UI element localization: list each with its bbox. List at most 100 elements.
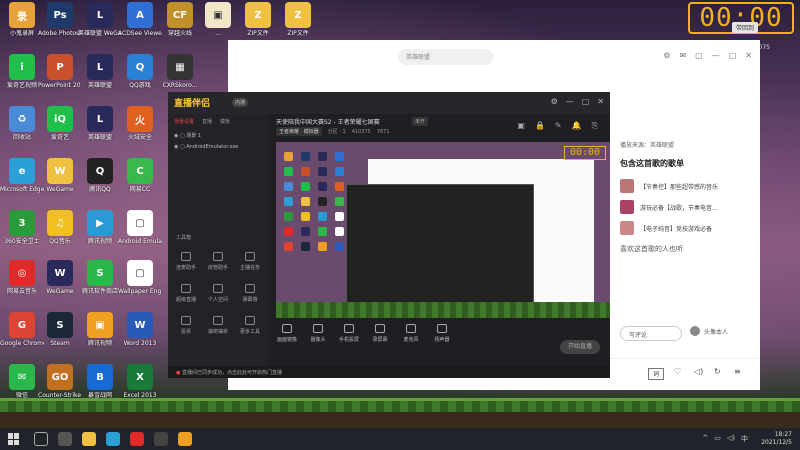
desktop-icon[interactable]: W Word 2013 xyxy=(118,310,162,362)
maximize-icon[interactable]: ▢ xyxy=(729,51,737,60)
source-item[interactable]: ◉ ▢ AndroidEmulator.exe xyxy=(174,144,238,150)
desktop-icon[interactable]: W WeGame xyxy=(38,156,82,208)
edit-icon[interactable]: ✎ xyxy=(555,121,562,131)
playlist-icon[interactable]: ≡ xyxy=(734,367,741,376)
stream-preview[interactable]: 00:00 xyxy=(276,142,610,318)
desktop-icon[interactable]: P PowerPoint 2013 xyxy=(38,52,82,104)
settings-icon[interactable]: ⚙ xyxy=(551,97,558,106)
app-icon: Q xyxy=(87,158,113,184)
tool-button[interactable]: 连麦助手 xyxy=(172,252,200,271)
desktop-icon[interactable]: B 暴雪战网 xyxy=(78,362,122,414)
tool-button[interactable]: 主播任务 xyxy=(236,252,264,271)
desktop-icon[interactable]: ♫ QQ音乐 xyxy=(38,208,82,260)
speaker-button[interactable]: 扬声器 xyxy=(431,324,453,343)
tool-button[interactable]: 房管助手 xyxy=(204,252,232,271)
settings-icon[interactable]: ⚙ xyxy=(663,51,670,60)
desktop-icon[interactable]: L 英雄联盟 xyxy=(78,104,122,156)
gift-icon[interactable]: ▣ xyxy=(517,121,525,131)
tool-button[interactable]: 投票 xyxy=(172,316,200,335)
camera-button[interactable]: 摄像头 xyxy=(307,324,329,343)
desktop-icon[interactable]: ▶ 腾讯视频 xyxy=(78,208,122,260)
desktop-icon[interactable]: S Steam xyxy=(38,310,82,362)
app-icon: W xyxy=(47,260,73,286)
preview-icon xyxy=(284,197,293,206)
live-companion-icon[interactable] xyxy=(178,432,192,446)
playlist-item[interactable]: 游玩必备【战歌，节奏电音... xyxy=(620,199,760,215)
desktop-icon[interactable]: ▢ Android Emulator xyxy=(118,208,162,260)
file-explorer-icon[interactable] xyxy=(82,432,96,446)
task-view-icon[interactable] xyxy=(58,432,72,446)
desktop-icon[interactable]: C 网易CC xyxy=(118,156,162,208)
desktop-icon[interactable]: L 英雄联盟 xyxy=(78,52,122,104)
tool-button[interactable]: 弹幕墙 xyxy=(236,284,264,303)
network-icon[interactable]: ▭ xyxy=(714,434,721,444)
start-live-button[interactable]: 开始直播 xyxy=(560,340,600,354)
tab-live[interactable]: 直播 xyxy=(202,118,212,125)
desktop-icon[interactable]: iQ 爱奇艺 xyxy=(38,104,82,156)
desktop-icon-label: 英雄联盟 WeGame版 xyxy=(78,30,122,37)
start-button[interactable] xyxy=(8,433,20,445)
tool-button[interactable]: 抽奖抽奖 xyxy=(204,316,232,335)
desktop-icon[interactable]: X Excel 2013 xyxy=(118,362,162,414)
stream-status-bar[interactable]: ● 直播间已同步成功，点击此处可开启热门直播 xyxy=(168,366,610,378)
search-icon[interactable] xyxy=(34,432,48,446)
app-icon: S xyxy=(87,260,113,286)
write-comment-button[interactable]: 写评论 xyxy=(620,326,682,341)
playlist-item[interactable]: 【电子纯音】竞技游戏必备 xyxy=(620,220,760,236)
desktop-icon[interactable]: S 腾讯软件商店 xyxy=(78,258,122,310)
app-icon: Q xyxy=(127,54,153,80)
record-screen-button[interactable]: 录屏幕 xyxy=(369,324,391,343)
tool-button[interactable]: 更多工具 xyxy=(236,316,264,335)
like-icon[interactable]: ♡ xyxy=(674,367,681,376)
close-icon[interactable]: ✕ xyxy=(745,51,752,60)
desktop-icon[interactable]: Ps Adobe Photosh... xyxy=(38,0,82,52)
tool-icon xyxy=(245,252,255,261)
chevron-up-icon[interactable]: ^ xyxy=(702,434,708,444)
edge-icon[interactable] xyxy=(106,432,120,446)
desktop-icon[interactable]: GO Counter-Strike Global Off... xyxy=(38,362,82,414)
preview-icon xyxy=(284,242,293,251)
microphone-icon xyxy=(406,324,416,333)
minimize-icon[interactable]: — xyxy=(712,51,720,60)
mirror-button[interactable]: 画面镜像 xyxy=(276,324,298,343)
tab-scene[interactable]: 场景设置 xyxy=(174,118,194,125)
minimize-icon[interactable]: — xyxy=(566,97,574,106)
lyrics-button[interactable]: 词 xyxy=(648,368,664,380)
desktop-icon[interactable]: L 英雄联盟 WeGame版 xyxy=(78,0,122,52)
user-profile[interactable]: 头像本人 xyxy=(690,326,728,336)
wegame-icon[interactable] xyxy=(154,432,168,446)
music-search-input[interactable]: 英雄联盟 xyxy=(398,49,493,65)
ime-icon[interactable]: 中 xyxy=(741,434,748,444)
category-pill[interactable]: 王者荣耀 · 模拟器 xyxy=(276,127,322,136)
tool-button[interactable]: 个人空间 xyxy=(204,284,232,303)
scene-item[interactable]: ◉ ▢ 场景 1 xyxy=(174,132,201,139)
netease-music-icon[interactable] xyxy=(130,432,144,446)
volume-icon[interactable]: ◁) xyxy=(694,367,703,376)
miniplayer-icon[interactable]: ▢ xyxy=(695,51,703,60)
maximize-icon[interactable]: ▢ xyxy=(582,97,590,106)
desktop-icon[interactable]: A ACDSee Viewer xyxy=(118,0,162,52)
mail-icon[interactable]: ✉ xyxy=(679,51,686,60)
lock-icon[interactable]: 🔒 xyxy=(535,121,545,131)
desktop-icon[interactable]: Q 腾讯QQ xyxy=(78,156,122,208)
tool-button[interactable]: 超级直播 xyxy=(172,284,200,303)
tab-template[interactable]: 模板 xyxy=(220,118,230,125)
share-icon[interactable]: ⎘ xyxy=(592,121,598,131)
clock[interactable]: 18:27 2021/12/5 xyxy=(761,431,792,447)
clock-time: 18:27 xyxy=(774,431,792,438)
microphone-button[interactable]: 麦克风 xyxy=(400,324,422,343)
desktop-icon[interactable]: 火火绒安全 xyxy=(118,104,162,156)
playlist-item[interactable]: 【节奏控】那些超带感的音乐 xyxy=(620,178,760,194)
desktop-icon[interactable]: Q QQ游戏 xyxy=(118,52,162,104)
phone-cast-button[interactable]: 手机投屏 xyxy=(338,324,360,343)
volume-icon[interactable]: ◁) xyxy=(727,434,735,444)
desktop-icon[interactable]: W WeGame xyxy=(38,258,82,310)
room-title[interactable]: 天使陪我中国大赛S2 - 王者荣耀七国赛 xyxy=(276,117,380,126)
app-icon: iQ xyxy=(47,106,73,132)
desktop-icon[interactable]: ▢ Wallpaper Engine xyxy=(118,258,162,310)
desktop-icon[interactable]: ▣ 腾讯视频 xyxy=(78,310,122,362)
bell-icon[interactable]: 🔔 xyxy=(572,121,582,131)
close-icon[interactable]: ✕ xyxy=(597,97,604,106)
preview-icon xyxy=(284,227,293,236)
loop-icon[interactable]: ↻ xyxy=(714,367,721,376)
